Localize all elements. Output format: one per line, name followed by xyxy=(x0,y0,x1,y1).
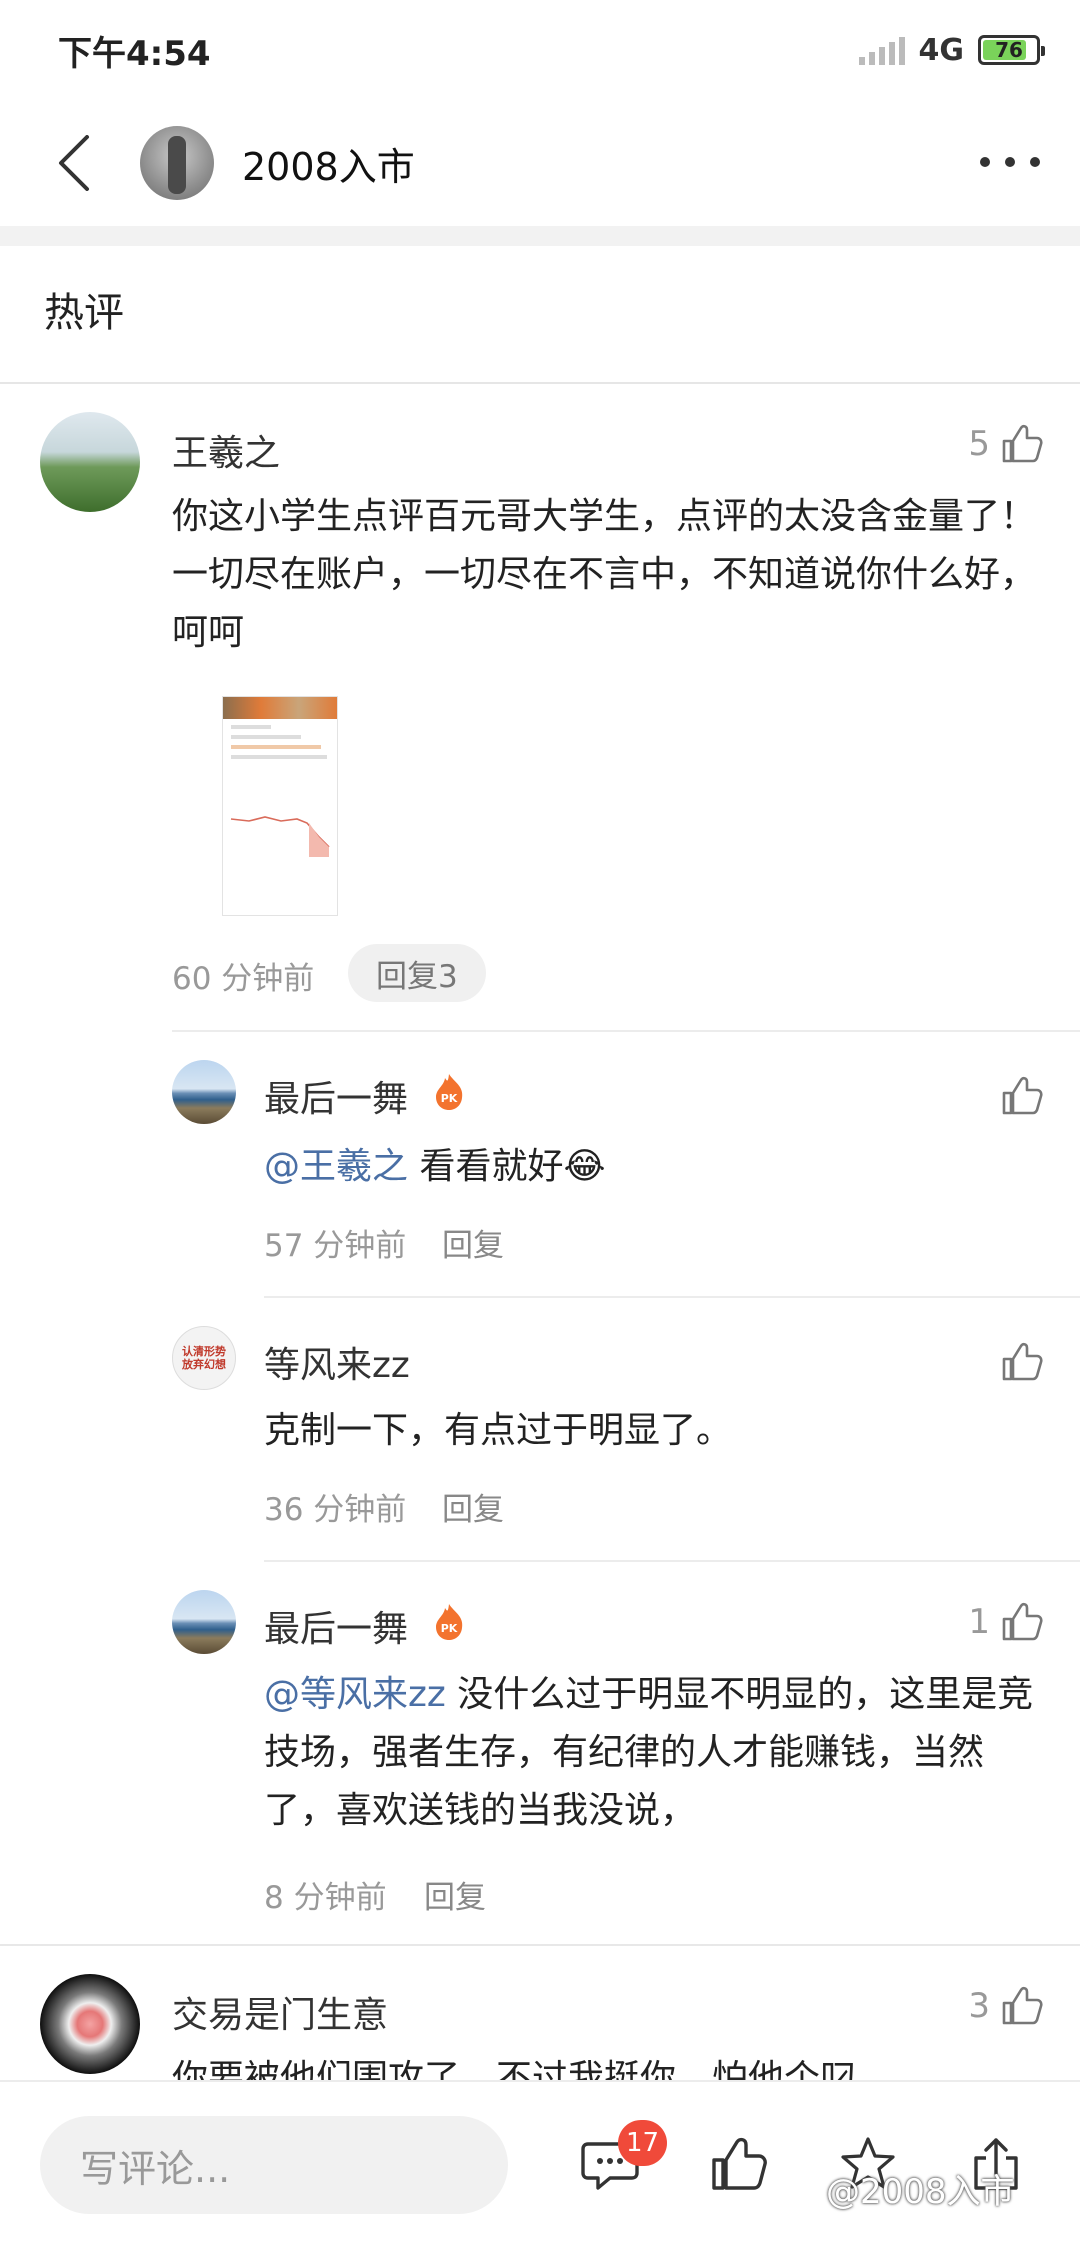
comment-like-button[interactable]: 3 xyxy=(968,1984,1044,2028)
reply-author-name[interactable]: 最后一舞 xyxy=(264,1600,408,1652)
thumbs-up-icon xyxy=(1002,1076,1043,1115)
battery-level: 76 xyxy=(995,38,1023,62)
status-time: 下午4:54 xyxy=(58,33,211,74)
back-button[interactable] xyxy=(44,133,104,193)
reply-timestamp: 36 分钟前 xyxy=(264,1492,407,1528)
status-bar: 下午4:54 4G 76 xyxy=(0,0,1080,100)
thumbs-up-icon xyxy=(1002,1602,1043,1641)
svg-text:PK: PK xyxy=(441,1622,458,1635)
section-separator xyxy=(0,226,1080,246)
reply-author-name[interactable]: 等风来zz xyxy=(264,1336,410,1388)
thumbs-up-icon xyxy=(1002,424,1043,463)
thumbs-up-icon xyxy=(1002,1342,1043,1381)
pk-badge-icon: PK xyxy=(436,1604,463,1640)
thumbs-up-icon xyxy=(1002,1986,1043,2025)
reply-button[interactable]: 回复 xyxy=(442,1220,504,1265)
avatar-sign-text: 认清形势 放弃幻想 xyxy=(182,1345,226,1371)
author-avatar[interactable] xyxy=(140,126,214,200)
reply-author-name[interactable]: 最后一舞 xyxy=(264,1070,408,1122)
section-divider xyxy=(0,382,1080,384)
reply-divider xyxy=(264,1296,1080,1298)
reply-divider xyxy=(172,1030,1080,1032)
comment-image-thumbnail[interactable] xyxy=(222,696,338,916)
reply-button[interactable]: 回复 xyxy=(442,1484,504,1529)
reply-like-button[interactable]: 1 xyxy=(968,1600,1044,1644)
reply-button[interactable]: 回复 xyxy=(424,1872,486,1917)
reply-avatar[interactable]: 认清形势 放弃幻想 xyxy=(172,1326,236,1390)
reply-text: @等风来zz 没什么过于明显不明显的，这里是竞技场，强者生存，有纪律的人才能赚钱… xyxy=(264,1674,1034,1831)
like-icon[interactable] xyxy=(708,2134,768,2194)
svg-text:PK: PK xyxy=(441,1092,458,1105)
mention-link[interactable]: @等风来zz xyxy=(264,1674,446,1715)
comment-avatar[interactable] xyxy=(40,1974,140,2074)
like-count: 5 xyxy=(968,424,990,464)
hot-comments-title: 热评 xyxy=(44,290,124,336)
more-options-button[interactable] xyxy=(980,140,1040,184)
page-title: 2008入市 xyxy=(242,144,415,189)
comment-divider xyxy=(0,1944,1080,1946)
comment-like-button[interactable]: 5 xyxy=(968,422,1044,466)
reply-avatar[interactable] xyxy=(172,1060,236,1124)
reply-like-button[interactable] xyxy=(1000,1074,1044,1118)
comment-input[interactable]: 写评论... xyxy=(40,2116,508,2214)
like-count: 1 xyxy=(968,1602,990,1642)
comment-timestamp: 60 分钟前 xyxy=(172,961,315,997)
reply-divider xyxy=(264,1560,1080,1562)
comment-text: 你这小学生点评百元哥大学生，点评的太没含金量了！一切尽在账户，一切尽在不言中，不… xyxy=(172,496,1037,653)
comment-avatar[interactable] xyxy=(40,412,140,512)
comment-author-name[interactable]: 王羲之 xyxy=(172,424,280,476)
signal-icon xyxy=(858,35,905,65)
back-arrow-icon xyxy=(59,135,89,191)
pk-badge-icon: PK xyxy=(436,1074,463,1110)
reply-timestamp: 8 分钟前 xyxy=(264,1880,387,1916)
reply-avatar[interactable] xyxy=(172,1590,236,1654)
reply-text: 克制一下，有点过于明显了。 xyxy=(264,1410,733,1451)
network-type: 4G xyxy=(918,32,965,68)
reply-timestamp: 57 分钟前 xyxy=(264,1228,407,1264)
header-bar: 2008入市 xyxy=(0,100,1080,226)
watermark: @2008入市 xyxy=(826,2172,1015,2212)
like-count: 3 xyxy=(968,1986,990,2026)
status-indicators: 4G 76 xyxy=(858,32,1045,68)
comment-author-name[interactable]: 交易是门生意 xyxy=(172,1986,388,2038)
battery-icon: 76 xyxy=(978,35,1045,65)
view-replies-button[interactable]: 回复3 xyxy=(348,944,486,1002)
mention-link[interactable]: @王羲之 xyxy=(264,1146,408,1187)
comment-count-badge: 17 xyxy=(618,2120,668,2166)
reply-like-button[interactable] xyxy=(1000,1340,1044,1384)
reply-text: @王羲之 看看就好😂 xyxy=(264,1146,606,1187)
